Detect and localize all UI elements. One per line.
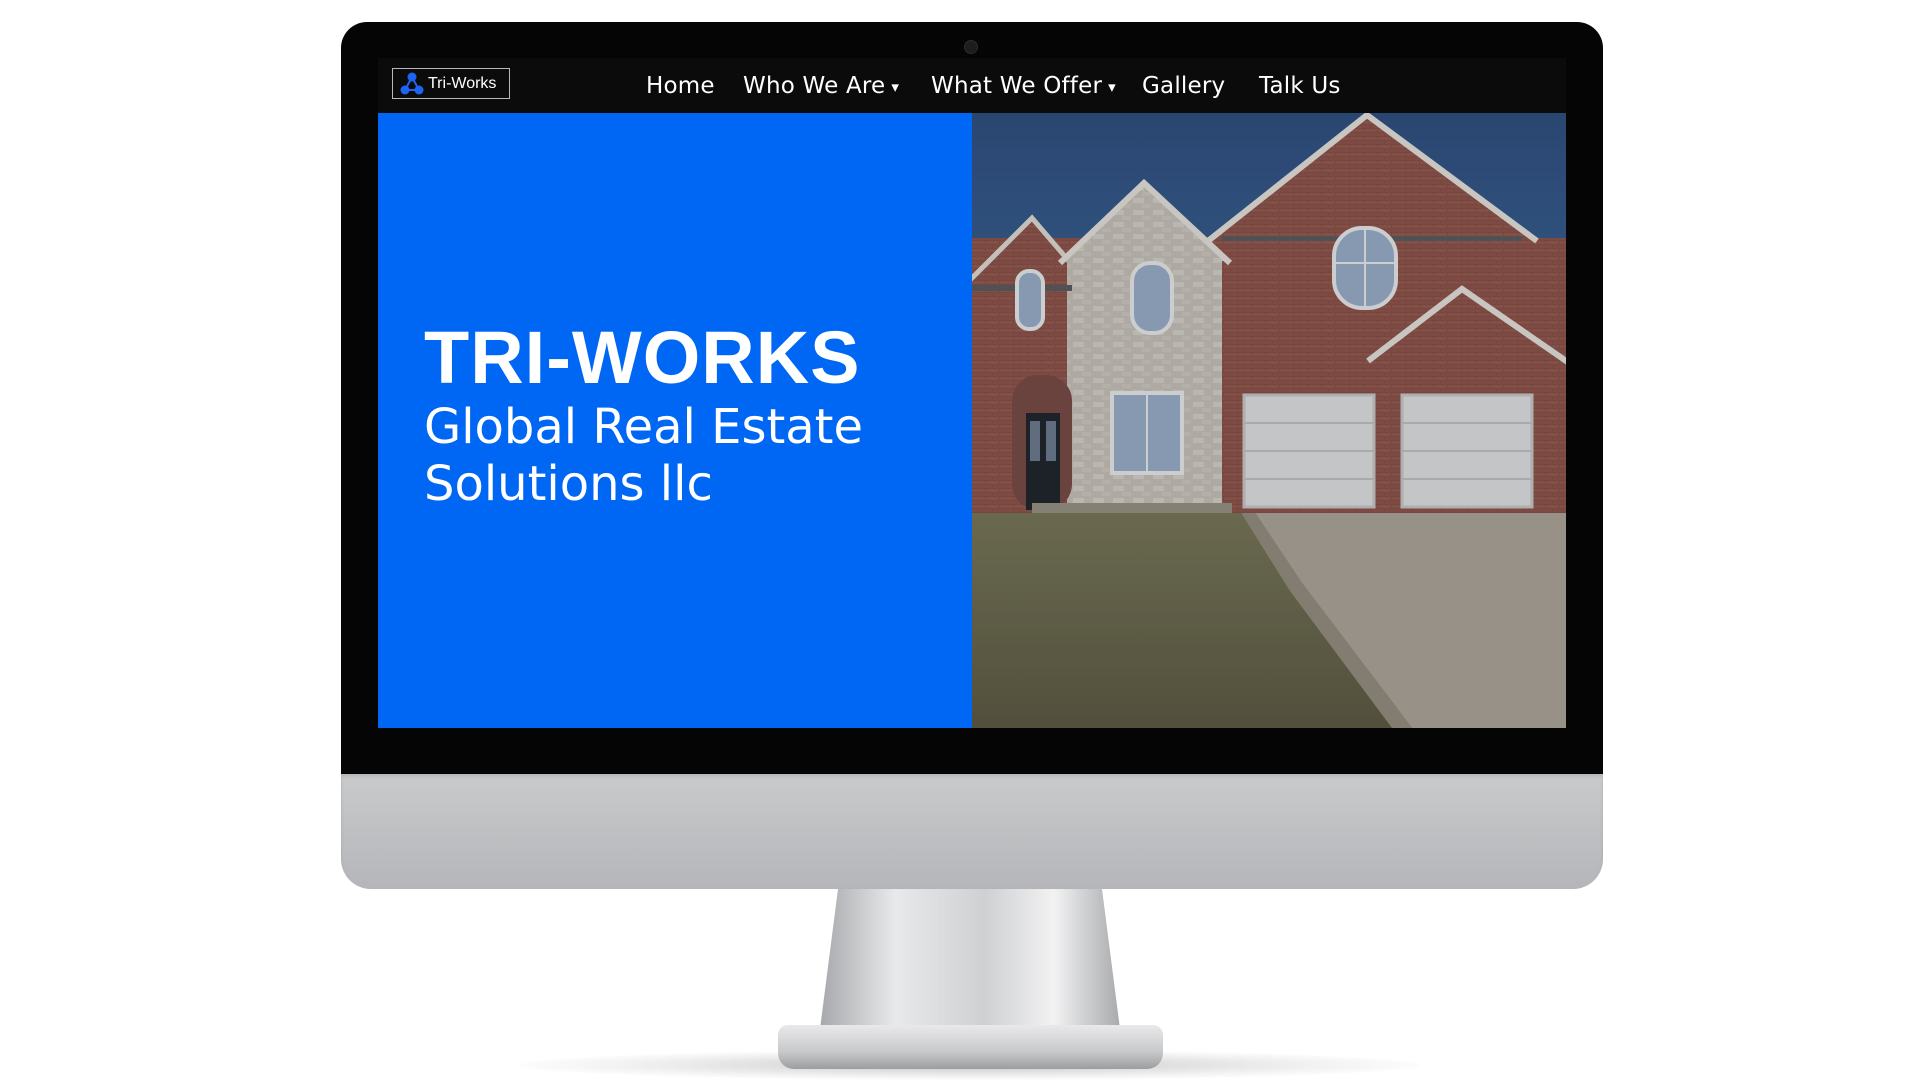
monitor-mockup: Tri-Works Home Who We Are ▾ What We Offer… [0,0,1920,1080]
nav-talk-us-label: Talk Us [1259,73,1341,99]
site-navbar: Tri-Works Home Who We Are ▾ What We Offer… [378,58,1566,113]
monitor-stand-neck [820,889,1120,1029]
site-logo[interactable]: Tri-Works [392,68,510,99]
dropdown-caret-icon: ▾ [891,78,900,96]
hero-title: TRI-WORKS [424,316,861,399]
house-photo [972,113,1566,728]
nav-gallery[interactable]: Gallery [1142,70,1225,102]
dropdown-caret-icon: ▾ [1108,78,1116,96]
website-screen: Tri-Works Home Who We Are ▾ What We Offer… [378,58,1566,728]
nav-what-we-offer[interactable]: What We Offer ▾ [931,70,1116,102]
house-illustration [972,113,1566,728]
webcam-icon [964,40,978,54]
network-nodes-icon [400,72,424,94]
nav-what-we-offer-label: What We Offer [931,73,1103,99]
monitor-stand-foot [778,1025,1163,1069]
nav-who-we-are-label: Who We Are [743,73,886,99]
hero-subtitle: Global Real Estate Solutions llc [424,399,864,512]
nav-who-we-are[interactable]: Who We Are ▾ [743,70,899,102]
nav-talk-us[interactable]: Talk Us [1259,70,1341,102]
monitor-chin [341,774,1603,889]
logo-text: Tri-Works [428,74,497,92]
hero-panel: TRI-WORKS Global Real Estate Solutions l… [378,113,972,728]
nav-gallery-label: Gallery [1142,73,1226,99]
nav-home-label: Home [646,73,715,99]
nav-home[interactable]: Home [646,70,715,102]
